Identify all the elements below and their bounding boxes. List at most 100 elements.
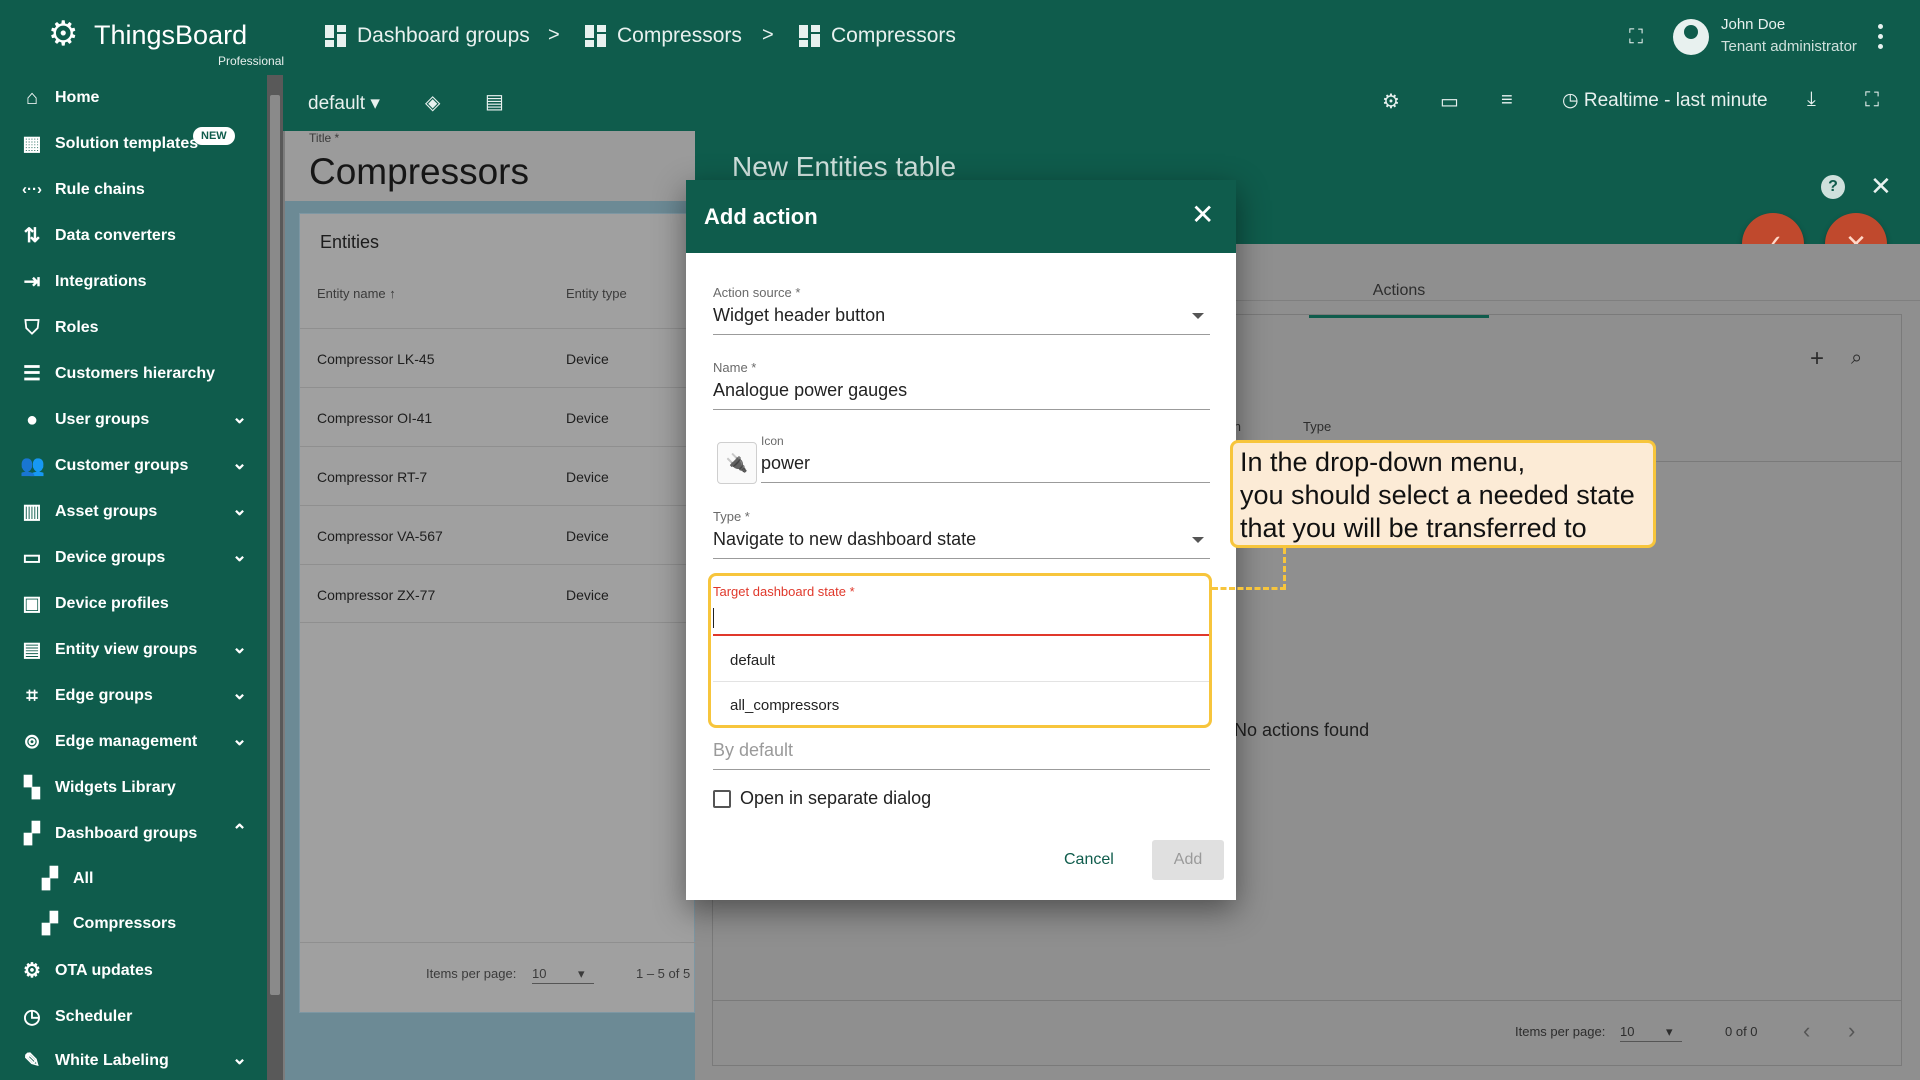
search-icon[interactable]: ⌕ — [1851, 347, 1862, 370]
scrollbar-thumb[interactable] — [270, 95, 280, 995]
table-row[interactable]: Compressor OI-41 Device — [300, 387, 696, 446]
type-select[interactable]: Type * Navigate to new dashboard state — [713, 509, 1210, 559]
fullscreen-icon[interactable]: ⛶ — [1865, 89, 1879, 112]
callout-connector — [1212, 587, 1286, 590]
field-label: Action source * — [713, 285, 801, 300]
sidebar-item-label: White Labeling — [55, 1052, 169, 1069]
settings-gear-icon[interactable]: ⚙ — [1382, 89, 1400, 114]
add-button[interactable]: Add — [1152, 840, 1224, 880]
cancel-button[interactable]: Cancel — [1064, 851, 1114, 869]
state-select[interactable]: default ▾ — [308, 92, 380, 115]
dashboard-title[interactable]: Compressors — [309, 151, 529, 193]
help-icon[interactable]: ? — [1821, 175, 1845, 199]
close-icon[interactable]: ✕ — [1870, 171, 1892, 202]
layers-icon[interactable]: ◈ — [425, 90, 440, 115]
items-per-page-select[interactable]: 10 ▾ — [1620, 1024, 1682, 1042]
close-icon[interactable]: ✕ — [1191, 200, 1214, 230]
timewindow-button[interactable]: ◷ Realtime - last minute — [1562, 89, 1768, 112]
widget-title: Entities — [320, 232, 380, 252]
layout-field[interactable]: By default — [713, 735, 1210, 770]
name-field[interactable]: Name * Analogue power gauges — [713, 360, 1210, 410]
tab-label: Actions — [1372, 282, 1426, 299]
sidebar-item-asset-groups[interactable]: ▥ Asset groups ⌄ — [0, 489, 267, 535]
integration-icon: ⇥ — [23, 271, 41, 293]
power-plug-icon[interactable]: 🔌 — [717, 442, 757, 484]
breadcrumb-separator: > — [548, 24, 560, 46]
pagination-range: 1 – 5 of 5 — [636, 966, 691, 981]
icon-field[interactable]: Icon power — [761, 434, 1210, 483]
sidebar-item-label: Entity view groups — [55, 641, 198, 658]
sidebar-item-rule-chains[interactable]: ‹··› Rule chains — [0, 167, 267, 213]
breadcrumb-compressors-group[interactable]: Compressors — [585, 24, 742, 48]
devices-icon[interactable]: ▭ — [1440, 89, 1459, 114]
sidebar-item-user-groups[interactable]: ● User groups ⌄ — [0, 397, 267, 443]
sidebar-item-integrations[interactable]: ⇥ Integrations — [0, 259, 267, 305]
account-icon: ● — [25, 409, 39, 431]
add-action-dialog: Add action ✕ Action source * Widget head… — [686, 180, 1236, 900]
sidebar-item-edge-groups[interactable]: ⌗ Edge groups ⌄ — [0, 673, 267, 719]
sidebar-item-data-converters[interactable]: ⇅ Data converters — [0, 213, 267, 259]
field-value: Widget header button — [713, 305, 886, 325]
sidebar-item-device-groups[interactable]: ▭ Device groups ⌄ — [0, 535, 267, 581]
sidebar-item-label: All — [73, 870, 94, 887]
column-header-entity-name[interactable]: Entity name ↑ — [317, 286, 396, 301]
sidebar-item-ota-updates[interactable]: ⚙ OTA updates — [0, 948, 267, 994]
table-row[interactable]: Compressor LK-45 Device — [300, 328, 696, 387]
tab-actions[interactable]: Actions — [1309, 262, 1489, 318]
sidebar-item-all[interactable]: ▞ All — [0, 856, 267, 902]
chevron-down-icon: ⌄ — [232, 637, 248, 657]
sidebar-item-label: Data converters — [55, 227, 176, 244]
tutorial-callout: In the drop-down menu, you should select… — [1230, 440, 1656, 548]
items-per-page-label: Items per page: — [426, 966, 517, 981]
chevron-down-icon: ⌄ — [232, 407, 248, 427]
caret-down-icon — [1192, 313, 1204, 319]
fullscreen-icon[interactable]: ⛶ — [1629, 26, 1643, 49]
view-icon: ▤ — [22, 639, 42, 661]
sidebar-item-scheduler[interactable]: ◷ Scheduler — [0, 994, 267, 1040]
sidebar-item-customer-groups[interactable]: 👥 Customer groups ⌄ — [0, 443, 267, 489]
items-per-page-select[interactable]: 10 ▾ — [532, 966, 594, 984]
chevron-right-icon[interactable]: › — [1848, 1018, 1855, 1044]
sidebar-item-label: User groups — [55, 411, 150, 428]
download-icon[interactable]: ⤓ — [1807, 88, 1816, 111]
thingsboard-logo[interactable]: ⚙ ThingsBoard Professional — [48, 14, 284, 68]
table-row[interactable]: Compressor RT-7 Device — [300, 446, 696, 505]
sidebar-item-widgets-library[interactable]: ▚ Widgets Library — [0, 765, 267, 811]
add-icon[interactable]: + — [1810, 345, 1824, 373]
sidebar-item-customers-hierarchy[interactable]: ☰ Customers hierarchy — [0, 351, 267, 397]
sidebar-item-home[interactable]: ⌂ Home — [0, 75, 267, 121]
separate-dialog-checkbox[interactable] — [713, 790, 731, 808]
account-circle-icon[interactable] — [1673, 19, 1709, 55]
column-header-entity-type[interactable]: Entity type — [566, 286, 627, 301]
dashboard-icon — [799, 25, 821, 47]
table-row[interactable]: Compressor VA-567 Device — [300, 505, 696, 564]
dropdown-highlight — [708, 573, 1212, 728]
sidebar-item-edge-management[interactable]: ⊚ Edge management ⌄ — [0, 719, 267, 765]
sidebar-item-dashboard-groups[interactable]: ▞ Dashboard groups ⌃ — [0, 811, 267, 857]
filter-icon[interactable]: ≡ — [1501, 89, 1513, 112]
layout-icon[interactable]: ▤ — [485, 89, 504, 114]
chevron-left-icon[interactable]: ‹ — [1803, 1018, 1810, 1044]
sidebar-item-compressors[interactable]: ▞ Compressors — [0, 901, 267, 947]
sidebar-item-roles[interactable]: ⛉ Roles — [0, 305, 267, 351]
chevron-down-icon: ⌄ — [232, 729, 248, 749]
home-icon: ⌂ — [25, 87, 39, 109]
more-vert-icon[interactable] — [1876, 24, 1884, 50]
sidebar-scrollbar[interactable] — [267, 75, 283, 1080]
action-source-select[interactable]: Action source * Widget header button — [713, 285, 1210, 335]
caret-down-icon: ▾ — [370, 93, 380, 114]
sidebar-item-label: Compressors — [73, 915, 177, 932]
sidebar-item-entity-view-groups[interactable]: ▤ Entity view groups ⌄ — [0, 627, 267, 673]
sidebar-item-device-profiles[interactable]: ▣ Device profiles — [0, 581, 267, 627]
breadcrumb-label: Compressors — [831, 24, 956, 47]
table-row[interactable]: Compressor ZX-77 Device — [300, 564, 696, 623]
field-value: power — [761, 453, 1210, 483]
column-header-type: Type — [1303, 419, 1332, 434]
sidebar-item-label: Integrations — [55, 273, 147, 290]
breadcrumb-dashboard-groups[interactable]: Dashboard groups — [325, 24, 530, 48]
sidebar-item-label: Device groups — [55, 549, 166, 566]
sidebar-item-label: Roles — [55, 319, 99, 336]
items-per-page-value: 10 — [1620, 1024, 1635, 1039]
sidebar-item-white-labeling[interactable]: ✎ White Labeling ⌄ — [0, 1038, 267, 1080]
checkbox-label: Open in separate dialog — [740, 788, 932, 808]
